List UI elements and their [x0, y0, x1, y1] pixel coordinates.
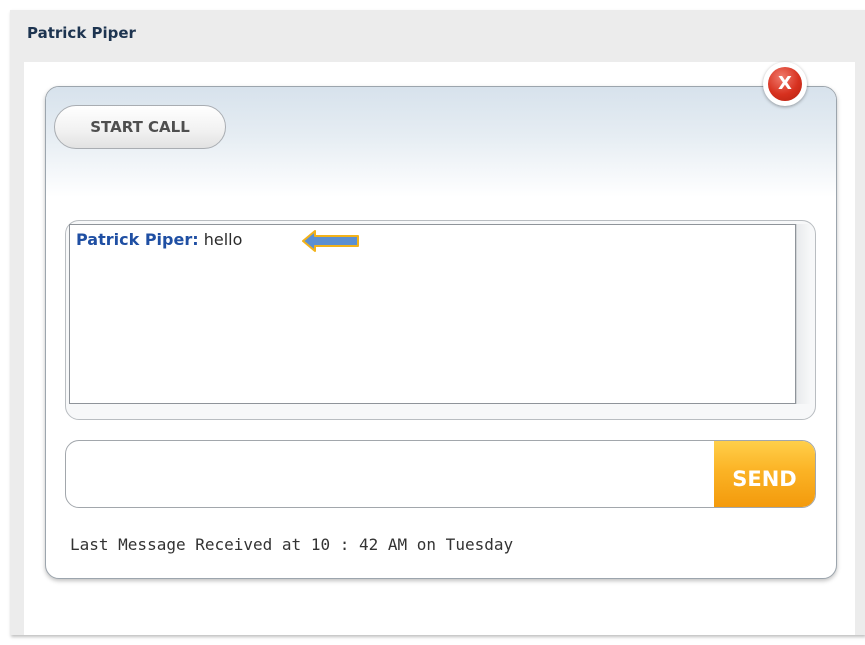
message-sender: Patrick Piper: — [76, 230, 199, 249]
window-title: Patrick Piper — [27, 24, 136, 42]
message-history — [69, 224, 796, 404]
message-input[interactable] — [78, 441, 712, 507]
close-icon: X — [768, 67, 802, 101]
last-message-status: Last Message Received at 10 : 42 AM on T… — [70, 535, 514, 554]
close-button[interactable]: X — [763, 62, 807, 106]
message-text: hello — [203, 230, 243, 249]
start-call-button[interactable]: START CALL — [54, 105, 226, 149]
message-composer: SEND — [65, 440, 816, 508]
send-button[interactable]: SEND — [714, 441, 815, 507]
chat-message: Patrick Piper: hello — [76, 230, 242, 249]
left-arrow-icon — [302, 230, 359, 252]
message-scrollbar[interactable] — [796, 224, 810, 404]
